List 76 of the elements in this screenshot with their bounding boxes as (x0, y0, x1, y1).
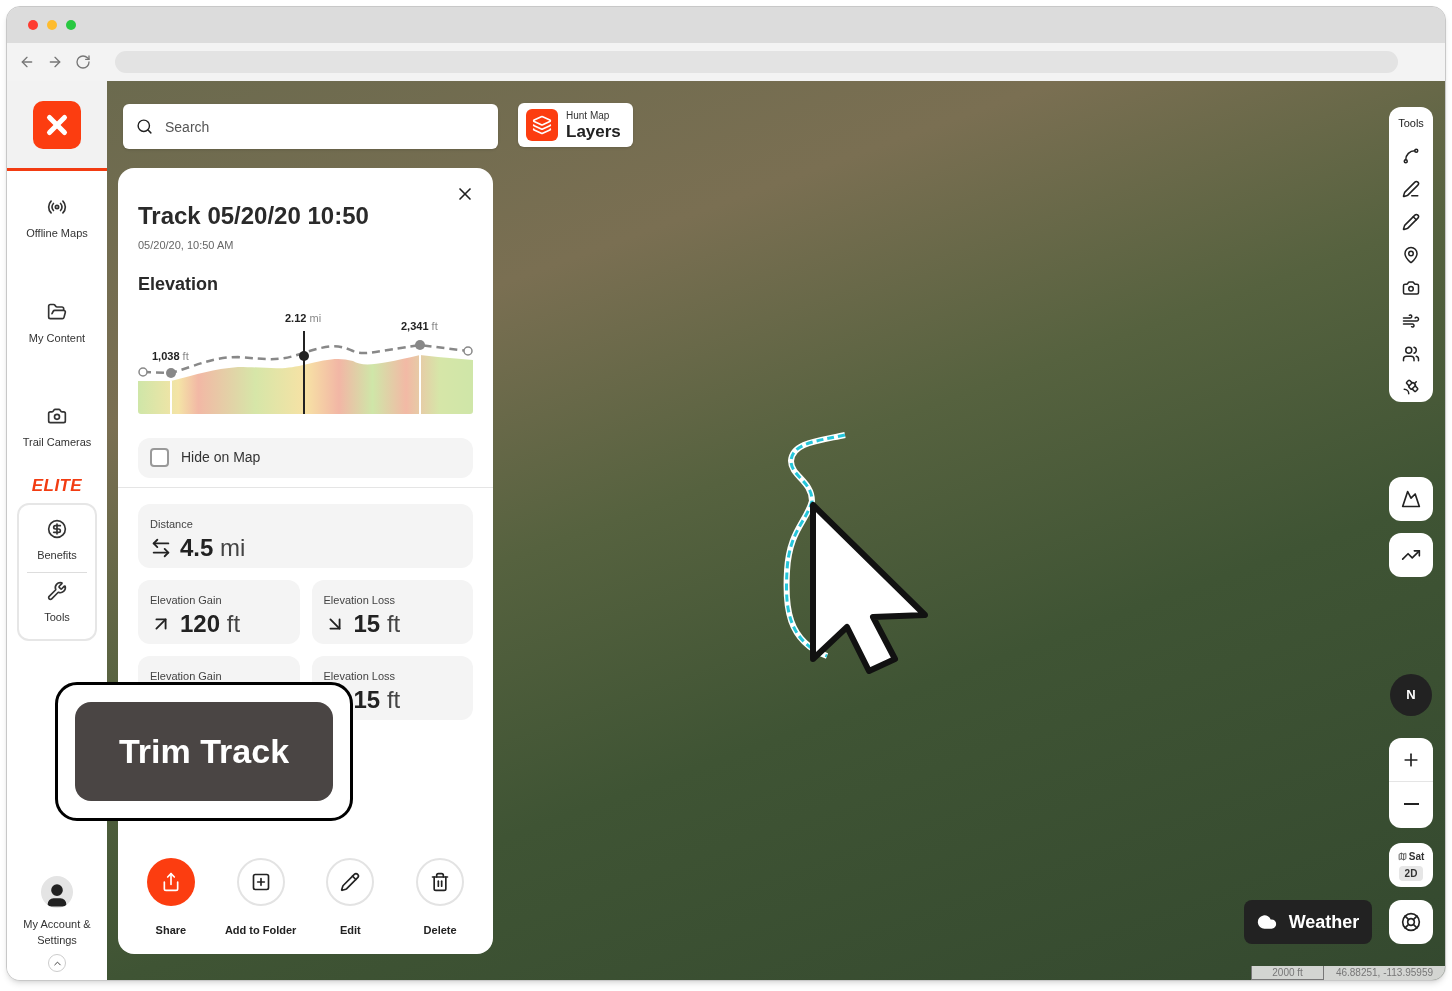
end-point (463, 345, 473, 356)
chart-label: 1,038 ft (152, 348, 189, 364)
position-cursor[interactable] (299, 329, 309, 414)
section-title: Elevation (138, 272, 220, 296)
account-link[interactable]: My Account & Settings (22, 916, 92, 948)
stat-label: Distance (150, 516, 194, 532)
radio-waves-icon (47, 197, 67, 217)
satellite-map[interactable] (107, 81, 1445, 980)
coordinates-text: 46.88251, -113.95959 (1334, 966, 1434, 980)
left-right-arrow-icon (150, 537, 172, 559)
checkbox[interactable] (150, 448, 169, 467)
pen-line-icon (1402, 179, 1420, 198)
camera-icon (1402, 278, 1420, 297)
stat-label: Elevation Gain (150, 668, 223, 684)
satellite-icon (1402, 377, 1420, 396)
weather-button[interactable]: Weather (1244, 900, 1372, 944)
search-field[interactable]: Search (123, 104, 498, 149)
start-point (138, 366, 148, 377)
cloud-icon (1256, 912, 1277, 932)
route-icon (1402, 146, 1420, 165)
action-button[interactable]: Edit (310, 857, 391, 938)
high-point (415, 339, 425, 350)
mountain-icon (1401, 489, 1421, 509)
locate-button[interactable] (1389, 900, 1433, 944)
avatar-icon[interactable] (41, 876, 73, 908)
trim-track-button[interactable]: Trim Track (75, 702, 333, 801)
reload-icon[interactable] (75, 54, 91, 70)
back-icon[interactable] (19, 54, 35, 70)
map-pin-icon (1402, 245, 1420, 264)
search-icon (136, 118, 153, 135)
action-button[interactable]: Share (130, 857, 211, 938)
crosshair-icon (1401, 912, 1421, 932)
people-icon (1402, 344, 1420, 363)
map-tool-button[interactable] (1389, 477, 1433, 521)
sidebar-item[interactable]: Benefits (37, 515, 77, 568)
map-icon (1397, 852, 1407, 861)
view-mode-toggle[interactable]: 2D (1398, 866, 1424, 881)
trash-icon (430, 871, 451, 892)
stat-value: 15 ft (353, 612, 401, 636)
toolbar-title: Tools (1398, 116, 1424, 131)
folder-icon (47, 301, 67, 322)
stat-value: 4.5 mi (180, 536, 246, 560)
scale-bar: 2000 ft (1251, 966, 1324, 980)
wrench-icon (47, 580, 67, 601)
map-type-toggle[interactable]: Sat (1397, 849, 1425, 864)
elite-label: ELITE (31, 474, 83, 497)
stat-label: Elevation Loss (323, 668, 397, 684)
app-logo-icon[interactable] (33, 100, 81, 149)
sidebar-item[interactable]: Tools (44, 576, 70, 629)
action-button[interactable]: Add to Folder (220, 857, 301, 938)
action-button[interactable]: Delete (400, 857, 481, 938)
layers-button[interactable]: Hunt Map Layers (518, 103, 633, 147)
low-point (166, 367, 176, 378)
chart-label: 2,341 ft (401, 318, 438, 334)
pencil-icon (1402, 212, 1420, 231)
chart-label: 2.12 mi (285, 310, 322, 326)
sidebar-item[interactable]: Offline Maps (26, 193, 88, 246)
stat-label: Elevation Gain (150, 592, 223, 608)
hide-on-map-toggle[interactable]: Hide on Map (138, 437, 473, 478)
camera-icon (47, 406, 67, 426)
stat-label: Elevation Loss (323, 592, 397, 608)
compass-button[interactable]: N (1390, 674, 1432, 716)
dollar-icon (47, 519, 67, 539)
forward-icon[interactable] (47, 54, 63, 70)
layers-icon (532, 115, 552, 135)
minus-icon (1403, 803, 1419, 805)
sidebar-item[interactable]: My Content (28, 297, 86, 350)
track-date: 05/20/20, 10:50 AM (138, 238, 235, 253)
stat-value: 15 ft (353, 688, 401, 712)
track-title: Track 05/20/20 10:50 (138, 204, 370, 228)
wind-icon (1402, 311, 1420, 330)
map-tool-button[interactable] (1389, 533, 1433, 577)
pencil-icon (340, 871, 361, 892)
sidebar-item[interactable]: Trail Cameras (22, 402, 92, 455)
stat-value: 120 ft (180, 612, 241, 636)
add-folder-icon (250, 871, 271, 892)
